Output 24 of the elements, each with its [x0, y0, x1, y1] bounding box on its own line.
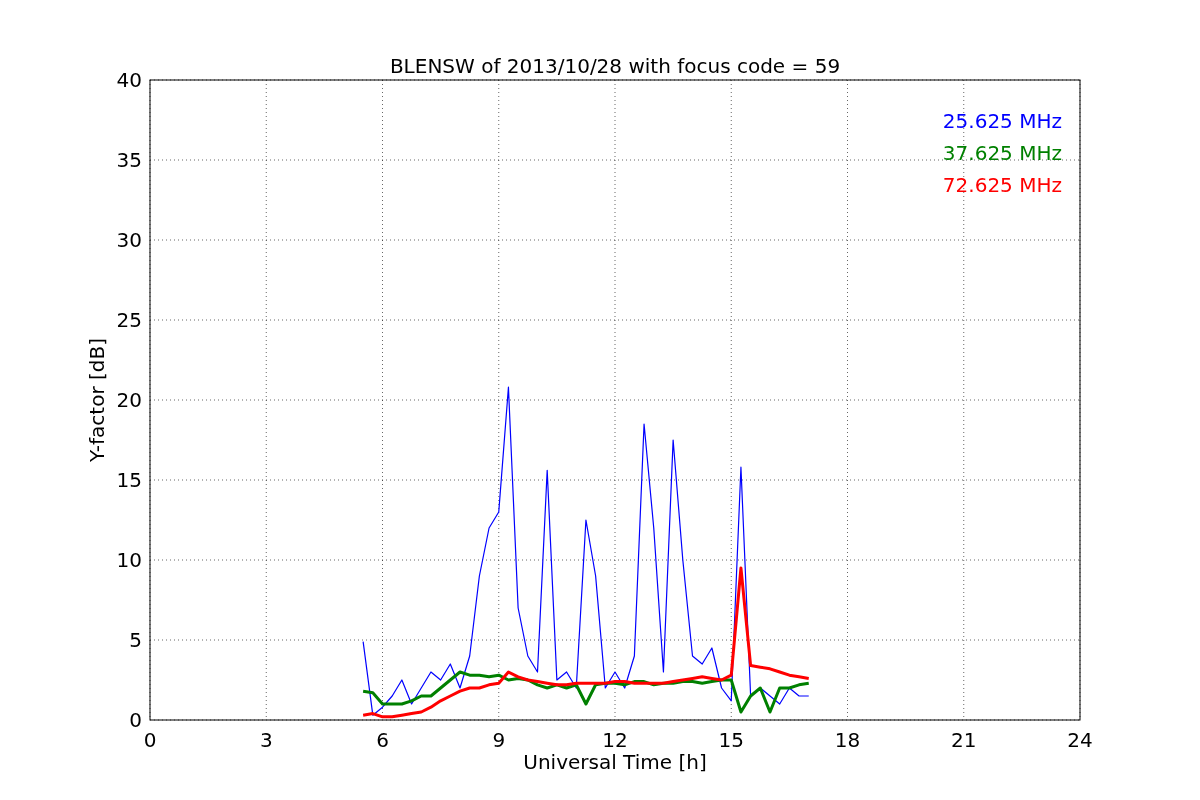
y-tick-label: 20: [116, 388, 142, 412]
x-axis-label: Universal Time [h]: [523, 750, 707, 774]
y-axis-label: Y-factor [dB]: [85, 338, 109, 462]
x-tick-label: 3: [259, 728, 273, 752]
y-tick-label: 35: [116, 148, 142, 172]
x-tick-label: 24: [1067, 728, 1093, 752]
y-tick-label: 40: [116, 68, 142, 92]
x-tick-label: 21: [951, 728, 977, 752]
y-tick-label: 0: [129, 708, 142, 732]
legend-label: 25.625 MHz: [942, 109, 1062, 133]
y-tick-label: 5: [129, 628, 142, 652]
y-tick-label: 30: [116, 228, 142, 252]
x-tick-label: 6: [376, 728, 389, 752]
x-tick-label: 12: [602, 728, 628, 752]
chart-title: BLENSW of 2013/10/28 with focus code = 59: [389, 54, 841, 78]
x-tick-label: 18: [834, 728, 861, 752]
x-tick-label: 15: [718, 728, 744, 752]
x-tick-label: 9: [492, 728, 506, 752]
x-tick-label: 0: [143, 728, 157, 752]
y-tick-label: 25: [116, 308, 142, 332]
y-tick-label: 10: [116, 548, 142, 572]
y-tick-label: 15: [116, 468, 142, 492]
legend-label: 37.625 MHz: [942, 141, 1062, 165]
legend-label: 72.625 MHz: [942, 173, 1062, 197]
